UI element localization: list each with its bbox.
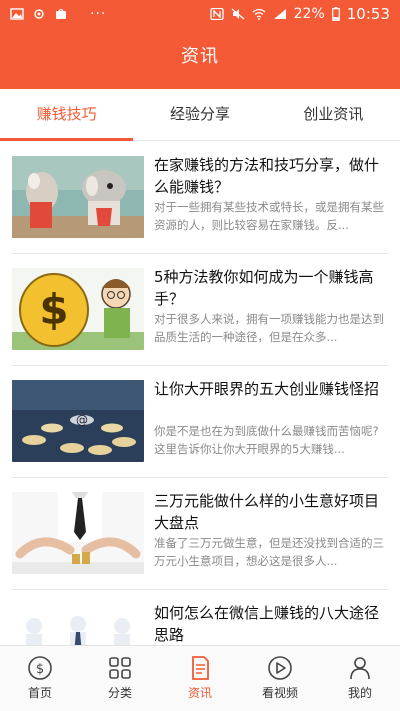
battery-icon <box>331 7 340 21</box>
nav-video-label: 看视频 <box>261 686 298 700</box>
more-dots-icon: ··· <box>90 6 107 22</box>
signal-icon <box>273 9 286 19</box>
nav-video[interactable]: 看视频 <box>240 646 320 711</box>
article-thumbnail <box>12 156 144 238</box>
nav-home-label: 首页 <box>27 686 52 700</box>
article-title: 三万元能做什么样的小生意好项目大盘点 <box>154 492 380 532</box>
article-summary: 你是不是也在为到底做什么最赚钱而苦恼呢?这里告诉你让你大开眼界的5大赚钱... <box>154 424 379 456</box>
bottom-nav: $ 首页 分类 资讯 看视频 我的 <box>0 645 400 711</box>
grid-icon <box>109 657 131 679</box>
nav-category-label: 分类 <box>107 686 132 700</box>
nav-me[interactable]: 我的 <box>320 646 400 711</box>
dollar-circle-icon: $ <box>28 656 52 680</box>
play-circle-icon <box>268 656 292 680</box>
shopping-bag-icon <box>56 8 66 19</box>
article-list[interactable]: 在家赚钱的方法和技巧分享，做什么能赚钱？ 对于一些拥有某些技术或特长，或是拥有某… <box>0 142 400 645</box>
article-summary: 对于一些拥有某些技术或特长，或是拥有某些资源的人，则比较容易在家赚钱。反... <box>154 200 384 232</box>
cloud-icon <box>34 9 44 19</box>
wifi-icon <box>252 8 266 20</box>
article-item[interactable]: 在家赚钱的方法和技巧分享，做什么能赚钱？ 对于一些拥有某些技术或特长，或是拥有某… <box>12 142 388 254</box>
article-thumbnail: @ <box>12 380 144 462</box>
nav-news[interactable]: 资讯 <box>160 646 240 711</box>
svg-text:$: $ <box>39 285 68 334</box>
document-icon <box>192 656 209 680</box>
nav-home[interactable]: $ 首页 <box>0 646 80 711</box>
clock: 10:53 <box>346 5 390 23</box>
article-thumbnail <box>12 604 144 645</box>
category-tabs: 赚钱技巧 经验分享 创业资讯 <box>0 89 400 141</box>
tab-experience-share[interactable]: 经验分享 <box>133 89 266 140</box>
tab-startup-news[interactable]: 创业资讯 <box>267 89 400 140</box>
article-summary: 对于很多人来说，拥有一项赚钱能力也是达到品质生活的一种途径，但是在众多... <box>154 312 384 344</box>
nfc-icon <box>209 8 224 20</box>
article-summary: 准备了三万元做生意，但是还没找到合适的三万元小生意项目，想必这是很多人... <box>154 536 384 568</box>
article-title: 如何怎么在微信上赚钱的八大途径思路 <box>154 604 380 644</box>
nav-category[interactable]: 分类 <box>80 646 160 711</box>
page-title: 资讯 <box>181 46 219 67</box>
mute-icon <box>231 8 245 20</box>
nav-me-label: 我的 <box>347 686 372 700</box>
battery-percent: 22% <box>293 6 325 22</box>
svg-text:$: $ <box>36 662 44 677</box>
article-item[interactable]: $ 5种方法教你如何成为一个赚钱高手？ 对于很多人来说，拥有一项赚钱能力也是达到… <box>12 254 388 366</box>
svg-text:@: @ <box>76 413 88 427</box>
image-icon <box>10 8 24 20</box>
article-item[interactable]: 如何怎么在微信上赚钱的八大途径思路 <box>12 590 388 645</box>
article-title: 5种方法教你如何成为一个赚钱高手？ <box>154 268 374 308</box>
status-left-icons: ··· <box>10 6 106 22</box>
article-thumbnail <box>12 492 144 574</box>
article-thumbnail: $ <box>12 268 144 350</box>
app-header: 资讯 <box>0 28 400 89</box>
article-item[interactable]: 三万元能做什么样的小生意好项目大盘点 准备了三万元做生意，但是还没找到合适的三万… <box>12 478 388 590</box>
person-icon <box>350 657 370 680</box>
nav-news-label: 资讯 <box>187 686 212 700</box>
status-bar: ··· 22% 10:53 <box>0 0 400 28</box>
tab-money-tips[interactable]: 赚钱技巧 <box>0 89 134 141</box>
status-right-icons: 22% 10:53 <box>209 5 390 23</box>
article-item[interactable]: @ 让你大开眼界的五大创业赚钱怪招 你是不是也在为到底做什么最赚钱而苦恼呢?这里… <box>12 366 388 478</box>
article-title: 在家赚钱的方法和技巧分享，做什么能赚钱？ <box>154 156 380 196</box>
article-title: 让你大开眼界的五大创业赚钱怪招 <box>154 380 380 398</box>
